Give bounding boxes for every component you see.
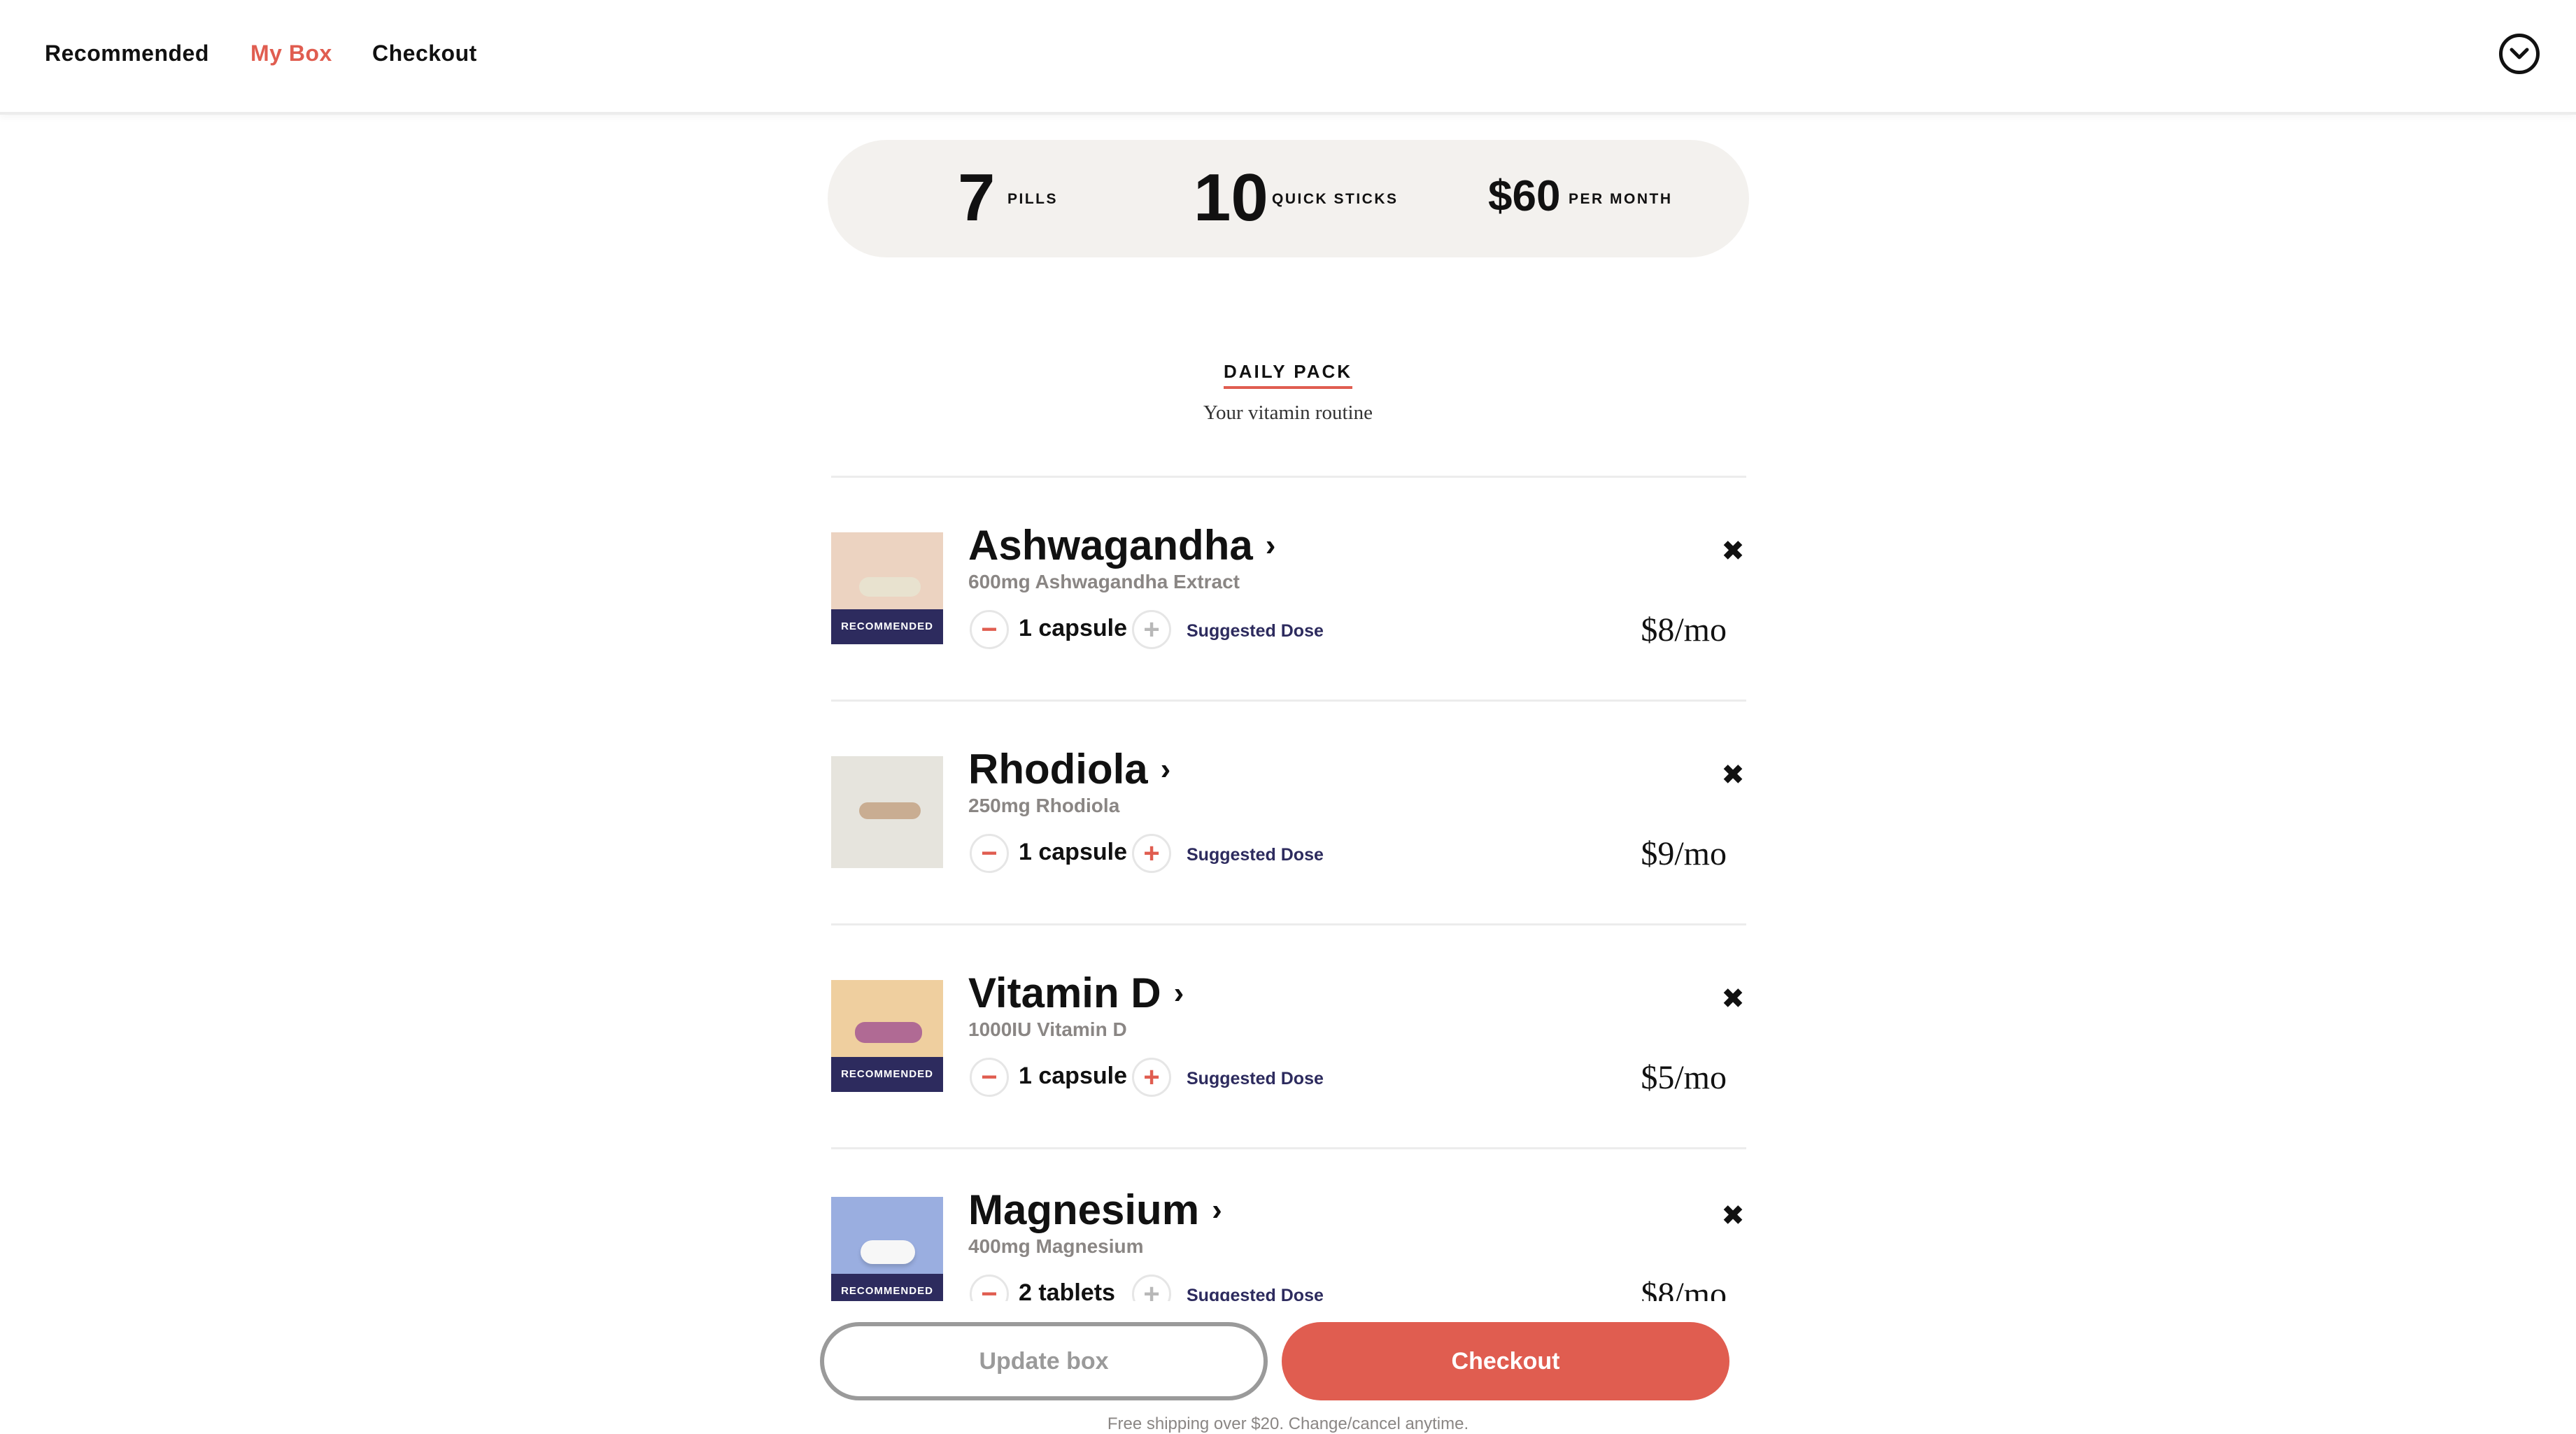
capsule-image xyxy=(855,1022,922,1043)
increase-quantity-button[interactable]: + xyxy=(1132,1058,1171,1097)
increase-quantity-button[interactable]: + xyxy=(1132,834,1171,873)
chevron-right-icon: › xyxy=(1212,1193,1222,1227)
quantity-text: 1 capsule xyxy=(1019,839,1127,865)
chevron-right-icon: › xyxy=(1160,752,1171,786)
decrease-quantity-button[interactable]: − xyxy=(970,834,1009,873)
decrease-quantity-button[interactable]: − xyxy=(970,610,1009,649)
chevron-right-icon: › xyxy=(1265,528,1276,562)
product-name[interactable]: Rhodiola › xyxy=(968,745,1170,793)
list-item: Rhodiola › 250mg Rhodiola − 1 capsule + S… xyxy=(831,746,1746,924)
decrease-quantity-button[interactable]: − xyxy=(970,1058,1009,1097)
recommended-badge: RECOMMENDED xyxy=(831,609,943,644)
divider xyxy=(831,923,1746,925)
remove-item-icon[interactable]: ✖ xyxy=(1720,537,1746,565)
sticks-label: QUICK STICKS xyxy=(1272,191,1399,207)
increase-quantity-button[interactable]: + xyxy=(1132,610,1171,649)
quantity-text: 1 capsule xyxy=(1019,1063,1127,1089)
sticks-count: 10 xyxy=(1194,160,1268,235)
chevron-right-icon: › xyxy=(1173,976,1184,1010)
remove-item-icon[interactable]: ✖ xyxy=(1720,1202,1746,1230)
list-item: RECOMMENDED Vitamin D › 1000IU Vitamin D … xyxy=(831,970,1746,1148)
product-description: 400mg Magnesium xyxy=(968,1235,1144,1257)
divider xyxy=(831,1147,1746,1149)
decrease-quantity-button[interactable]: − xyxy=(970,1275,1009,1301)
product-name[interactable]: Magnesium › xyxy=(968,1186,1222,1234)
price-label: PER MONTH xyxy=(1569,191,1673,207)
product-image[interactable]: RECOMMENDED xyxy=(831,532,943,644)
recommended-badge: RECOMMENDED xyxy=(831,1274,943,1301)
box-list-viewport: 7 PILLS 10 QUICK STICKS $60 PER MONTH DA… xyxy=(0,0,2576,1301)
suggested-dose-link[interactable]: Suggested Dose xyxy=(1187,845,1324,865)
list-item: RECOMMENDED Magnesium › 400mg Magnesium −… xyxy=(831,1186,1746,1301)
shipping-note: Free shipping over $20. Change/cancel an… xyxy=(1107,1414,1469,1433)
capsule-image xyxy=(859,802,921,819)
quantity-text: 1 capsule xyxy=(1019,615,1127,641)
item-price: $8/mo xyxy=(1641,611,1727,648)
product-description: 600mg Ashwagandha Extract xyxy=(968,571,1240,592)
item-price: $8/mo xyxy=(1641,1276,1727,1301)
product-image[interactable] xyxy=(831,756,943,868)
item-price: $9/mo xyxy=(1641,835,1727,872)
update-box-button[interactable]: Update box xyxy=(820,1322,1268,1400)
checkout-button[interactable]: Checkout xyxy=(1282,1322,1729,1400)
monthly-price: $60 xyxy=(1488,172,1561,220)
quantity-text: 2 tablets xyxy=(1019,1279,1115,1301)
pills-label: PILLS xyxy=(1007,191,1059,207)
capsule-image xyxy=(859,577,921,597)
suggested-dose-link[interactable]: Suggested Dose xyxy=(1187,1286,1324,1301)
suggested-dose-link[interactable]: Suggested Dose xyxy=(1187,1069,1324,1089)
pills-count: 7 xyxy=(958,160,996,235)
increase-quantity-button[interactable]: + xyxy=(1132,1275,1171,1301)
product-name[interactable]: Ashwagandha › xyxy=(968,521,1275,569)
divider xyxy=(831,476,1746,478)
recommended-badge: RECOMMENDED xyxy=(831,1057,943,1092)
product-image[interactable]: RECOMMENDED xyxy=(831,1197,943,1301)
remove-item-icon[interactable]: ✖ xyxy=(1720,985,1746,1013)
section-title: DAILY PACK xyxy=(0,361,2576,389)
divider xyxy=(831,700,1746,702)
product-description: 1000IU Vitamin D xyxy=(968,1018,1127,1040)
section-subtitle: Your vitamin routine xyxy=(1203,402,1373,424)
remove-item-icon[interactable]: ✖ xyxy=(1720,761,1746,789)
box-summary: 7 PILLS 10 QUICK STICKS $60 PER MONTH xyxy=(828,140,1749,257)
item-price: $5/mo xyxy=(1641,1059,1727,1096)
product-description: 250mg Rhodiola xyxy=(968,795,1120,816)
suggested-dose-link[interactable]: Suggested Dose xyxy=(1187,621,1324,641)
product-image[interactable]: RECOMMENDED xyxy=(831,980,943,1092)
tablet-image xyxy=(861,1240,915,1264)
list-item: RECOMMENDED Ashwagandha › 600mg Ashwagand… xyxy=(831,522,1746,700)
product-name[interactable]: Vitamin D › xyxy=(968,969,1184,1017)
